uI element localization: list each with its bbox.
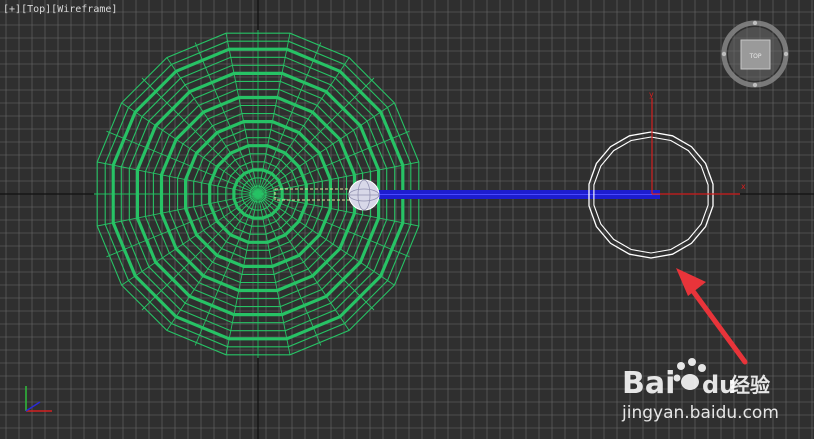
viewport-view-label[interactable]: [Top] bbox=[21, 4, 51, 15]
viewport-canvas[interactable]: y x TOP Bai du 经验 jingyan.baidu.com bbox=[0, 0, 814, 439]
gizmo-x-label: x bbox=[741, 182, 746, 191]
viewport-shading-label[interactable]: [Wireframe] bbox=[51, 4, 117, 15]
watermark-url: jingyan.baidu.com bbox=[621, 403, 779, 423]
gizmo-y-label: y bbox=[649, 90, 654, 99]
watermark-brand-cn: 经验 bbox=[730, 373, 770, 397]
viewport-background bbox=[0, 0, 814, 439]
viewport-label: [+][Top][Wireframe] bbox=[3, 4, 117, 15]
watermark-brand-bai: Bai bbox=[622, 366, 675, 401]
viewcube-face-label: TOP bbox=[748, 53, 761, 60]
white-sphere[interactable] bbox=[348, 179, 380, 211]
viewport-menu-plus[interactable]: [+] bbox=[3, 4, 21, 15]
viewcube[interactable]: TOP bbox=[721, 20, 789, 88]
viewport-top[interactable]: y x TOP Bai du 经验 jingyan.baidu.com [+][… bbox=[0, 0, 814, 439]
blue-rod[interactable] bbox=[370, 190, 660, 199]
